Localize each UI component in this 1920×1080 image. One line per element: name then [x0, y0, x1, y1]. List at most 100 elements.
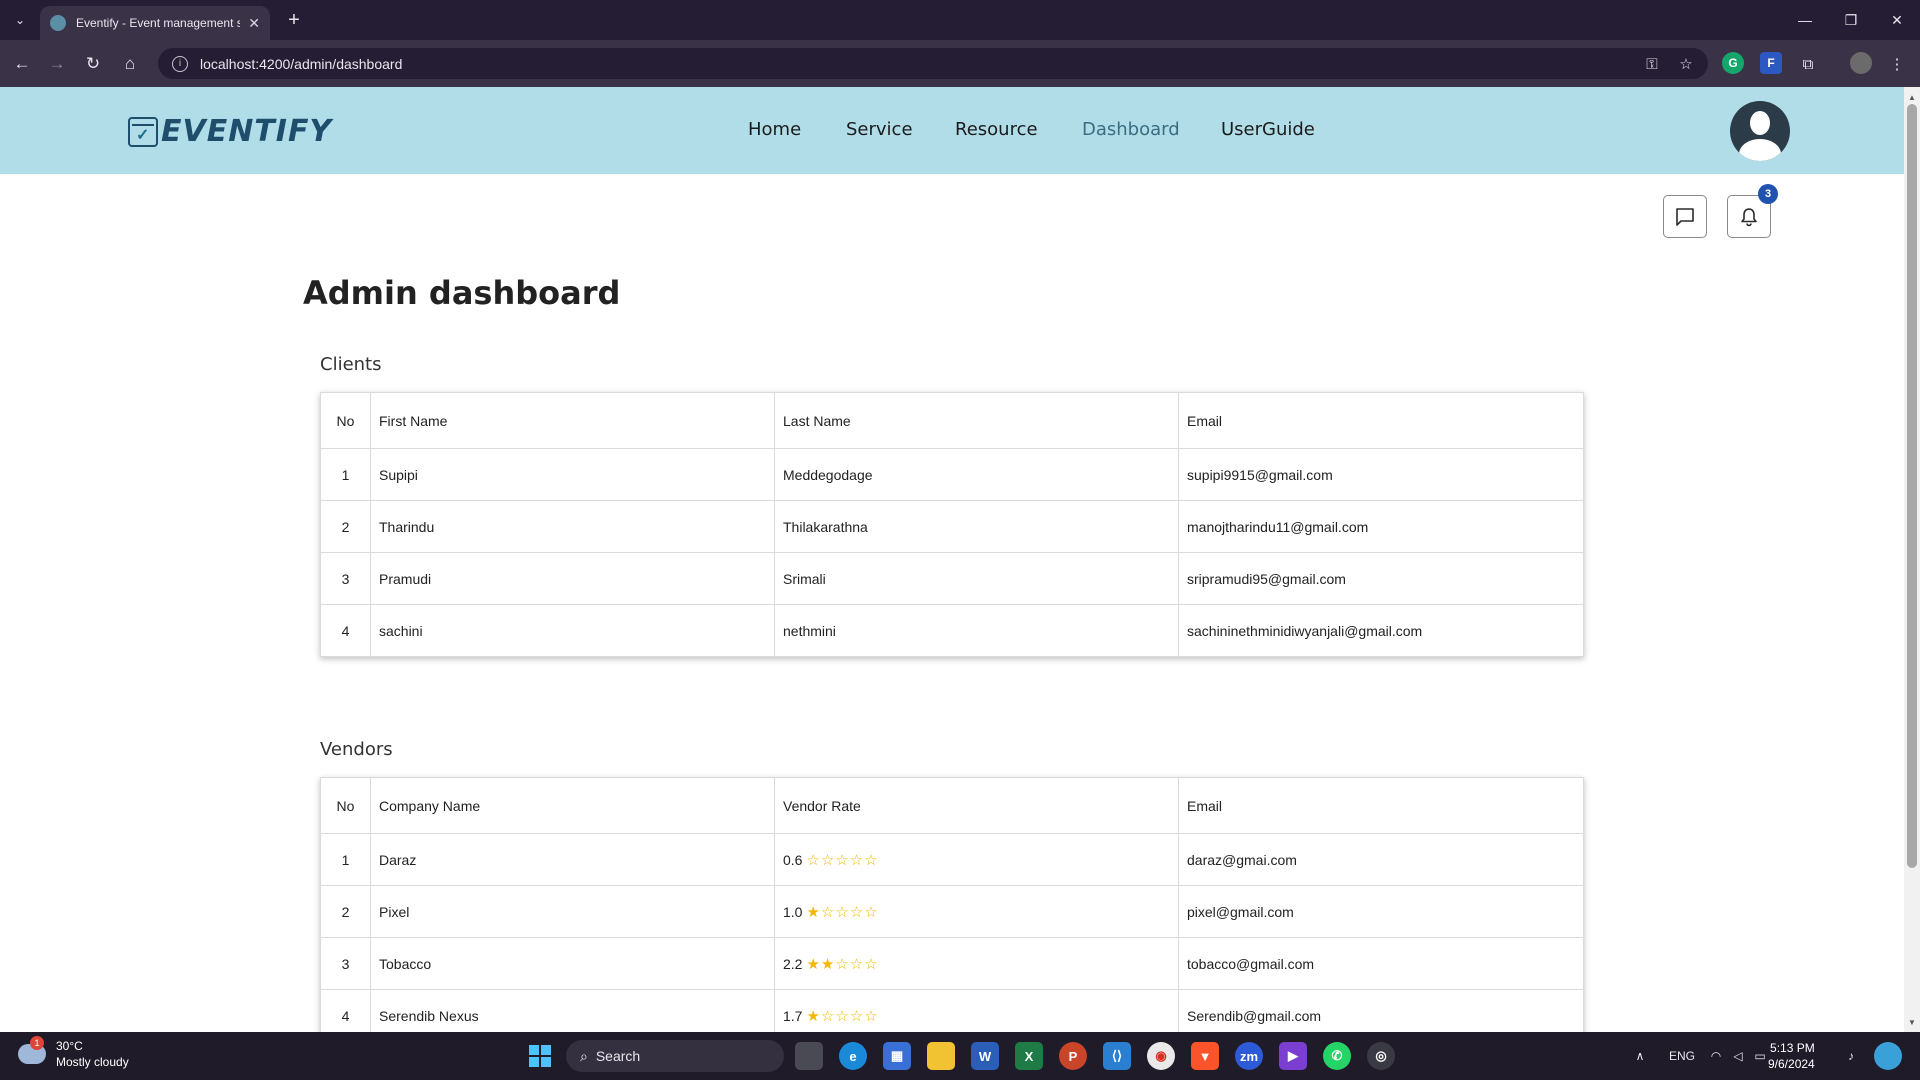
extensions-puzzle-icon[interactable]: ⧉: [1796, 52, 1820, 76]
user-avatar[interactable]: [1730, 101, 1790, 161]
column-header: No: [320, 777, 371, 834]
taskbar-search[interactable]: ⌕ Search: [566, 1040, 784, 1072]
vendor-rate-value: 0.6: [783, 851, 803, 868]
password-key-icon[interactable]: ⚿: [1640, 52, 1664, 76]
star-rating-icon: ★☆☆☆☆: [806, 1007, 879, 1025]
page-title: Admin dashboard: [303, 274, 621, 312]
table-cell: supipi9915@gmail.com: [1178, 448, 1584, 501]
copilot-icon[interactable]: [1874, 1042, 1902, 1070]
logo-text: EVENTIFY: [161, 114, 333, 149]
table-row: 3 Tobacco 2.2 ★★☆☆☆ tobacco@gmail.com: [320, 937, 1584, 990]
table-cell: Supipi: [370, 448, 775, 501]
table-cell: sripramudi95@gmail.com: [1178, 552, 1584, 605]
edge-browser-icon[interactable]: e: [839, 1042, 867, 1070]
table-cell: nethmini: [774, 604, 1179, 657]
weather-alert-badge: 1: [30, 1036, 44, 1050]
browser-menu-icon[interactable]: ⋮: [1885, 52, 1909, 76]
column-header: No: [320, 392, 371, 449]
table-cell: daraz@gmai.com: [1178, 833, 1584, 886]
vendor-rate-cell: 0.6 ☆☆☆☆☆: [774, 833, 1179, 886]
tab-search-chevron-icon[interactable]: ⌄: [8, 8, 32, 32]
table-row: 4 sachini nethmini sachininethminidiwyan…: [320, 604, 1584, 657]
clock-date: 9/6/2024: [1768, 1057, 1815, 1071]
address-bar[interactable]: i localhost:4200/admin/dashboard: [158, 48, 1708, 79]
scroll-up-icon[interactable]: ▲: [1904, 89, 1920, 105]
nav-dashboard[interactable]: Dashboard: [1082, 119, 1180, 140]
battery-icon[interactable]: ▭: [1752, 1042, 1768, 1070]
table-cell: Tobacco: [370, 937, 775, 990]
chat-icon: [1676, 207, 1694, 226]
file-explorer-icon[interactable]: [927, 1042, 955, 1070]
tab-close-icon[interactable]: ✕: [248, 15, 260, 32]
reload-icon[interactable]: ↻: [79, 50, 107, 78]
clients-table: No First Name Last Name Email 1 Supipi M…: [320, 392, 1584, 657]
vendor-rate-cell: 2.2 ★★☆☆☆: [774, 937, 1179, 990]
bookmark-star-icon[interactable]: ☆: [1674, 52, 1698, 76]
notification-bell-icon[interactable]: ♪: [1842, 1042, 1860, 1070]
star-rating-icon: ★☆☆☆☆: [806, 903, 879, 921]
tab-favicon-icon: [50, 15, 66, 31]
clock-time: 5:13 PM: [1770, 1041, 1815, 1055]
store-icon[interactable]: ▦: [883, 1042, 911, 1070]
tray-chevron-icon[interactable]: ∧: [1630, 1042, 1650, 1070]
minimize-icon[interactable]: —: [1782, 0, 1828, 40]
site-info-icon[interactable]: i: [172, 55, 188, 72]
table-cell: Meddegodage: [774, 448, 1179, 501]
new-tab-button[interactable]: +: [282, 8, 306, 32]
taskbar-clock[interactable]: 5:13 PM 9/6/2024: [1768, 1040, 1815, 1072]
table-row: 1 Daraz 0.6 ☆☆☆☆☆ daraz@gmai.com: [320, 833, 1584, 886]
table-cell: Srimali: [774, 552, 1179, 605]
window-close-icon[interactable]: ✕: [1874, 0, 1920, 40]
scrollbar-thumb[interactable]: [1907, 104, 1917, 868]
chat-button[interactable]: [1663, 195, 1707, 238]
whatsapp-icon[interactable]: ✆: [1323, 1042, 1351, 1070]
task-view-icon[interactable]: [795, 1042, 823, 1070]
nav-home[interactable]: Home: [748, 119, 801, 140]
table-cell: 3: [320, 937, 371, 990]
home-icon[interactable]: ⌂: [116, 50, 144, 78]
column-header: Last Name: [774, 392, 1179, 449]
eventify-logo[interactable]: EVENTIFY: [128, 114, 332, 149]
table-cell: 2: [320, 885, 371, 938]
table-row: 2 Pixel 1.0 ★☆☆☆☆ pixel@gmail.com: [320, 885, 1584, 938]
table-cell: pixel@gmail.com: [1178, 885, 1584, 938]
word-icon[interactable]: W: [971, 1042, 999, 1070]
vendor-rate-value: 2.2: [783, 955, 803, 972]
powerpoint-icon[interactable]: P: [1059, 1042, 1087, 1070]
weather-widget[interactable]: 1 30°C Mostly cloudy: [18, 1036, 129, 1070]
table-cell: 3: [320, 552, 371, 605]
restore-icon[interactable]: ❐: [1828, 0, 1874, 40]
windows-start-icon[interactable]: [526, 1042, 554, 1070]
video-app-icon[interactable]: ▶: [1279, 1042, 1307, 1070]
excel-icon[interactable]: X: [1015, 1042, 1043, 1070]
language-indicator[interactable]: ENG: [1664, 1042, 1700, 1070]
scroll-down-icon[interactable]: ▼: [1904, 1014, 1920, 1030]
browser-tab[interactable]: Eventify - Event management s ✕: [40, 6, 270, 40]
vendor-rate-value: 1.7: [783, 1007, 803, 1024]
back-arrow-icon[interactable]: ←: [8, 50, 36, 78]
notification-badge: 3: [1758, 184, 1778, 204]
forward-arrow-icon[interactable]: →: [43, 50, 71, 78]
obs-icon[interactable]: ◎: [1367, 1042, 1395, 1070]
vendors-table: No Company Name Vendor Rate Email 1 Dara…: [320, 777, 1584, 1042]
nav-resource[interactable]: Resource: [955, 119, 1038, 140]
wifi-icon[interactable]: ◠: [1706, 1042, 1726, 1070]
table-row: 1 Supipi Meddegodage supipi9915@gmail.co…: [320, 448, 1584, 501]
profile-avatar-icon[interactable]: [1850, 52, 1872, 74]
nav-userguide[interactable]: UserGuide: [1221, 119, 1315, 140]
extension-icon[interactable]: F: [1760, 52, 1782, 74]
zoom-icon[interactable]: zm: [1235, 1042, 1263, 1070]
grammarly-extension-icon[interactable]: G: [1722, 52, 1744, 74]
tab-title: Eventify - Event management s: [76, 16, 241, 30]
brave-icon[interactable]: ▼: [1191, 1042, 1219, 1070]
star-rating-icon: ★★☆☆☆: [806, 955, 879, 973]
table-row: 3 Pramudi Srimali sripramudi95@gmail.com: [320, 552, 1584, 605]
weather-desc: Mostly cloudy: [56, 1055, 129, 1069]
table-header-row: No First Name Last Name Email: [320, 392, 1584, 449]
volume-icon[interactable]: ◁: [1728, 1042, 1748, 1070]
bell-icon: [1741, 207, 1757, 226]
vscode-icon[interactable]: ⟨⟩: [1103, 1042, 1131, 1070]
nav-service[interactable]: Service: [846, 119, 913, 140]
table-cell: 4: [320, 604, 371, 657]
chrome-icon[interactable]: ◉: [1147, 1042, 1175, 1070]
